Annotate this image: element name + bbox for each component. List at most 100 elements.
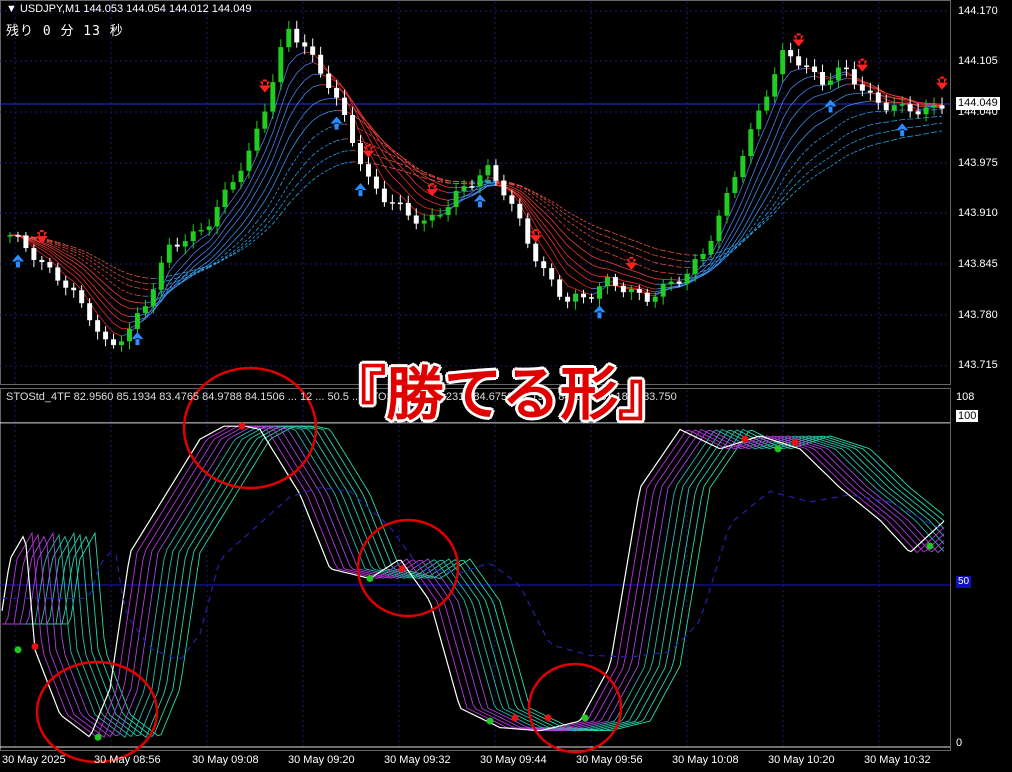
buy-arrow-icon bbox=[330, 116, 343, 130]
stochastic-line bbox=[2, 425, 945, 737]
bull-candle bbox=[748, 129, 754, 157]
sell-arrow-icon bbox=[426, 183, 439, 197]
bear-candle bbox=[644, 292, 650, 302]
ma-ribbon-line bbox=[145, 100, 935, 304]
bull-candle bbox=[668, 281, 674, 285]
bear-candle bbox=[493, 165, 499, 181]
bull-candle bbox=[453, 191, 459, 208]
buy-signal-dot bbox=[774, 445, 782, 453]
stochastic-line bbox=[2, 425, 945, 738]
buy-arrow-icon bbox=[11, 254, 24, 268]
buy-arrow-icon bbox=[473, 194, 486, 208]
time-label: 30 May 09:20 bbox=[288, 754, 355, 766]
bull-candle bbox=[923, 107, 929, 115]
bull-candle bbox=[278, 47, 284, 83]
bull-candle bbox=[182, 241, 188, 247]
bear-candle bbox=[549, 268, 555, 280]
bear-candle bbox=[389, 202, 395, 204]
bar-timer: 残り 0 分 13 秒 bbox=[6, 24, 124, 39]
bear-candle bbox=[63, 280, 69, 288]
indicator-axis-label: 0 bbox=[956, 737, 963, 749]
bull-candle bbox=[477, 175, 483, 187]
price-label: 143.845 bbox=[958, 258, 998, 270]
bear-candle bbox=[318, 54, 324, 74]
bull-candle bbox=[445, 207, 451, 216]
bear-candle bbox=[39, 259, 45, 263]
bear-candle bbox=[365, 164, 371, 177]
bull-candle bbox=[772, 74, 778, 97]
bull-candle bbox=[246, 150, 252, 171]
bear-candle bbox=[103, 331, 109, 340]
bull-candle bbox=[286, 28, 292, 48]
bear-candle bbox=[867, 90, 873, 93]
bear-candle bbox=[381, 188, 387, 203]
stochastic-line bbox=[2, 425, 945, 737]
bull-candle bbox=[437, 215, 443, 217]
ma-ribbon-line bbox=[153, 115, 943, 290]
buy-signal-dot bbox=[926, 542, 934, 550]
bear-candle bbox=[676, 281, 682, 284]
bear-candle bbox=[15, 235, 21, 237]
bear-candle bbox=[413, 215, 419, 224]
time-label: 30 May 09:32 bbox=[384, 754, 451, 766]
price-label: 143.780 bbox=[958, 309, 998, 321]
buy-signal-dot bbox=[581, 714, 589, 722]
bull-candle bbox=[573, 293, 579, 302]
stochastic-line bbox=[2, 425, 945, 737]
bear-candle bbox=[358, 142, 363, 165]
bull-candle bbox=[700, 253, 706, 260]
stochastic-line bbox=[2, 425, 945, 739]
bear-candle bbox=[636, 288, 642, 293]
time-label: 30 May 09:44 bbox=[480, 754, 547, 766]
bull-candle bbox=[150, 289, 156, 307]
price-label: 143.715 bbox=[958, 359, 998, 371]
sell-arrow-icon bbox=[529, 229, 542, 243]
bull-candle bbox=[780, 50, 786, 75]
bull-candle bbox=[142, 306, 148, 314]
sell-arrow-icon bbox=[936, 76, 949, 90]
bear-candle bbox=[501, 180, 507, 196]
bear-candle bbox=[525, 218, 531, 244]
bear-candle bbox=[350, 115, 356, 143]
sell-signal-dot bbox=[791, 438, 799, 446]
bull-candle bbox=[158, 262, 164, 290]
time-label: 30 May 2025 bbox=[2, 754, 66, 766]
bull-candle bbox=[652, 296, 658, 302]
price-label: 144.170 bbox=[958, 5, 998, 17]
main-pane-frame bbox=[0, 0, 951, 385]
bull-candle bbox=[254, 128, 260, 151]
highlight-circle bbox=[527, 662, 623, 754]
bear-candle bbox=[804, 65, 810, 67]
bear-candle bbox=[907, 104, 913, 112]
sell-signal-dot bbox=[511, 714, 519, 722]
ma-ribbon-line bbox=[9, 62, 943, 329]
sell-signal-dot bbox=[238, 422, 246, 430]
bull-candle bbox=[134, 313, 140, 329]
sell-signal-dot bbox=[741, 435, 749, 443]
ma-ribbon-line bbox=[129, 83, 847, 318]
bull-candle bbox=[604, 277, 610, 287]
sell-arrow-icon bbox=[258, 79, 271, 93]
bear-candle bbox=[557, 279, 563, 297]
bull-candle bbox=[7, 235, 13, 237]
bull-candle bbox=[708, 240, 714, 254]
bull-candle bbox=[429, 215, 435, 221]
bear-candle bbox=[111, 339, 117, 346]
ma-ribbon-line bbox=[10, 161, 696, 279]
bear-candle bbox=[71, 287, 77, 291]
buy-arrow-icon bbox=[593, 305, 606, 319]
current-price-tag: 144.049 bbox=[956, 97, 1000, 110]
bear-candle bbox=[174, 244, 180, 247]
sell-arrow-icon bbox=[362, 144, 375, 158]
bear-candle bbox=[334, 88, 340, 98]
bear-candle bbox=[875, 92, 881, 103]
buy-signal-dot bbox=[14, 646, 22, 654]
ma-ribbon-line bbox=[129, 73, 847, 324]
bear-candle bbox=[620, 285, 626, 293]
sell-signal-dot bbox=[31, 643, 39, 651]
sell-arrow-icon bbox=[792, 33, 805, 47]
buy-arrow-icon bbox=[354, 183, 367, 197]
bear-candle bbox=[47, 262, 53, 268]
collapse-triangle-icon[interactable]: ▼ bbox=[6, 3, 17, 15]
bull-candle bbox=[126, 328, 132, 342]
